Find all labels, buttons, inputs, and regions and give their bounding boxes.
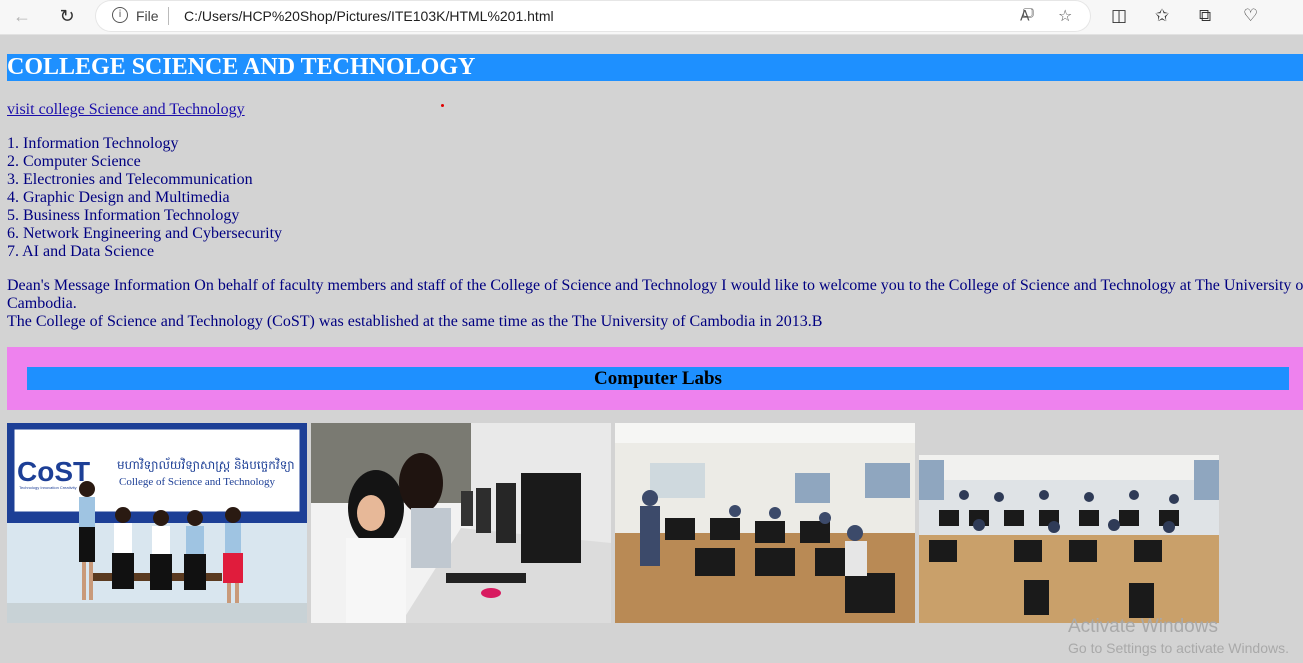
browser-essentials-icon[interactable]: ♡ xyxy=(1243,6,1258,26)
browser-toolbar: ← ↻ i File C:/Users/HCP%20Shop/Pictures/… xyxy=(0,0,1303,35)
visit-college-link[interactable]: visit college Science and Technology xyxy=(7,101,245,119)
page-title: COLLEGE SCIENCE AND TECHNOLOGY xyxy=(7,54,1303,81)
program-list: 1. Information Technology 2. Computer Sc… xyxy=(7,135,282,261)
watermark-subtitle: Go to Settings to activate Windows. xyxy=(1068,640,1289,656)
computer-labs-section: Computer Labs xyxy=(7,347,1303,410)
arrow-left-icon: ← xyxy=(13,5,31,26)
read-aloud-icon[interactable]: A⃣ xyxy=(1020,8,1030,25)
program-item: 3. Electronies and Telecommunication xyxy=(7,171,253,188)
computer-labs-heading: Computer Labs xyxy=(27,367,1289,390)
address-url[interactable]: C:/Users/HCP%20Shop/Pictures/ITE103K/HTM… xyxy=(184,8,554,24)
split-screen-icon[interactable]: ◫ xyxy=(1111,6,1127,26)
address-divider xyxy=(168,7,169,25)
program-item: 7. AI and Data Science xyxy=(7,243,155,260)
collections-icon[interactable]: ⧉ xyxy=(1199,6,1211,26)
watermark-title: Activate Windows xyxy=(1068,616,1218,637)
favorites-icon[interactable]: ✩ xyxy=(1155,6,1169,26)
cost-logo-text: CoST xyxy=(17,456,90,487)
refresh-button[interactable]: ↻ xyxy=(54,4,80,28)
photo-computer-lab-rows xyxy=(919,455,1219,623)
favorite-star-icon[interactable]: ☆ xyxy=(1058,6,1072,26)
info-icon[interactable]: i xyxy=(112,7,128,23)
address-bar[interactable]: i File C:/Users/HCP%20Shop/Pictures/ITE1… xyxy=(96,1,1090,31)
program-item: 2. Computer Science xyxy=(7,153,141,170)
red-dot-marker xyxy=(441,104,444,107)
dean-message-line: Cambodia. xyxy=(7,295,77,312)
program-item: 4. Graphic Design and Multimedia xyxy=(7,189,230,206)
photo-students-computers xyxy=(311,423,611,623)
program-item: 6. Network Engineering and Cybersecurity xyxy=(7,225,283,242)
activate-windows-watermark: Activate Windows Go to Settings to activ… xyxy=(1068,616,1289,658)
khmer-college-name: មហាវិទ្យាល័យវិទ្យាសាស្ត្រ និងបច្ចេកវិទ្យ… xyxy=(117,457,295,472)
dean-message: Dean's Message Information On behalf of … xyxy=(7,277,1303,331)
english-college-name: College of Science and Technology xyxy=(119,476,276,488)
refresh-icon: ↻ xyxy=(59,5,75,26)
program-item: 5. Business Information Technology xyxy=(7,207,240,224)
program-item: 1. Information Technology xyxy=(7,135,179,152)
address-scheme-label: File xyxy=(136,8,159,24)
dean-message-line: The College of Science and Technology (C… xyxy=(7,313,823,330)
photo-students-college-sign: CoST Technology Innovation Creativity មហ… xyxy=(7,423,307,623)
back-button[interactable]: ← xyxy=(9,4,35,28)
cost-logo-sub: Technology Innovation Creativity xyxy=(19,485,77,490)
photo-computer-lab-class xyxy=(615,423,915,623)
dean-message-line: Dean's Message Information On behalf of … xyxy=(7,277,1303,294)
